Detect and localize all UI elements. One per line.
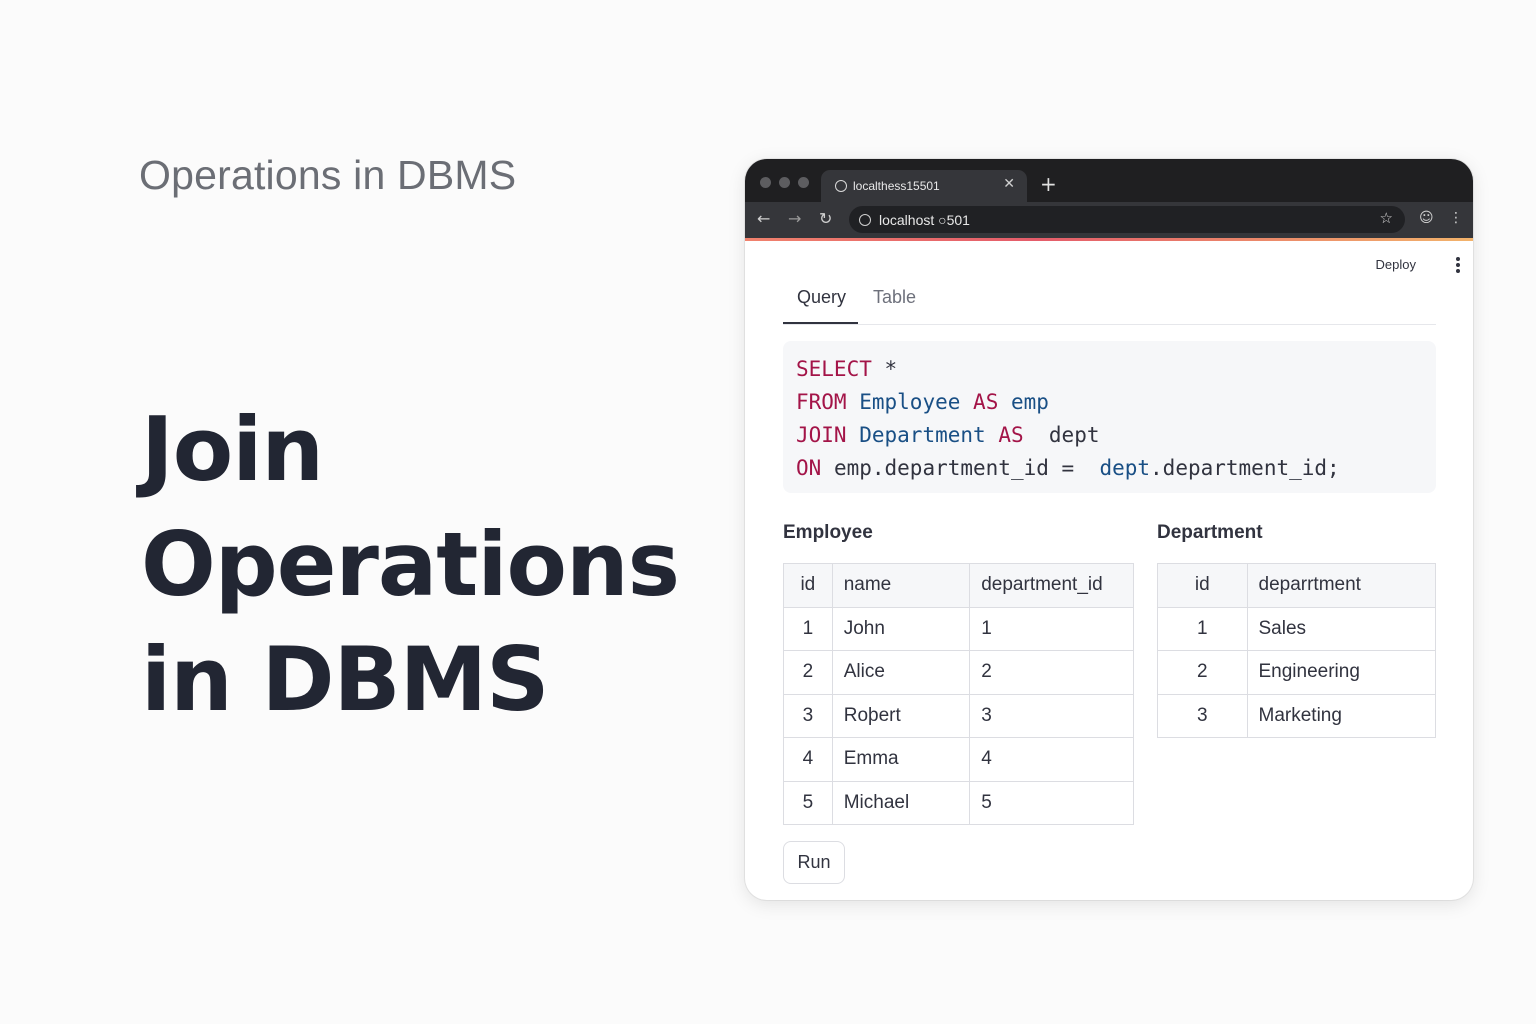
table-cell: 5 xyxy=(969,780,1134,825)
main-menu-icon[interactable] xyxy=(1451,255,1465,275)
sql-text: emp.department_id = xyxy=(821,456,1100,480)
table-cell: Engineering xyxy=(1246,650,1436,695)
table-cell: 2 xyxy=(969,650,1134,695)
employee-table: id name department_id 1 John 1 2 Alice 2 3 Roþert… xyxy=(783,563,1134,825)
table-row: 2 Engineering xyxy=(1157,650,1436,695)
table-row: 1 Sales xyxy=(1157,606,1436,651)
table-cell: 4 xyxy=(969,737,1134,782)
bookmark-star-icon[interactable]: ☆ xyxy=(1380,209,1393,227)
tab-query[interactable]: Query xyxy=(797,287,846,308)
table-cell: 3 xyxy=(969,693,1134,738)
reload-icon[interactable]: ↻ xyxy=(819,209,832,229)
back-icon[interactable]: ← xyxy=(757,209,770,229)
browser-titlebar: localthess15501 ✕ + xyxy=(745,159,1473,202)
sql-text: * xyxy=(871,357,898,381)
deploy-button[interactable]: Deploy xyxy=(1376,257,1416,272)
table-row: 4 Emma 4 xyxy=(783,737,1134,782)
forward-icon[interactable]: → xyxy=(788,209,801,229)
code-line: ON emp.department_id = dept.department_i… xyxy=(796,452,1436,485)
table-cell: Michael xyxy=(831,780,971,825)
sql-keyword: FROM xyxy=(796,390,847,414)
sql-keyword: AS xyxy=(973,390,999,414)
employee-table-title: Employee xyxy=(783,522,873,543)
browser-tab-title: localthess15501 xyxy=(853,179,940,193)
table-row: 5 Michael 5 xyxy=(783,780,1134,825)
column-header[interactable]: id xyxy=(1157,563,1248,608)
app-tabs: Query Table xyxy=(783,277,1436,325)
window-minimize-dot[interactable] xyxy=(779,177,790,188)
browser-tab[interactable]: localthess15501 ✕ xyxy=(821,170,1027,202)
table-cell: 3 xyxy=(783,693,833,738)
table-cell: 1 xyxy=(783,606,833,651)
table-cell: 4 xyxy=(783,737,833,782)
code-line: SELECT * xyxy=(796,353,1436,386)
sql-keyword: ON xyxy=(796,456,822,480)
loading-bar xyxy=(745,238,1473,241)
active-tab-indicator xyxy=(783,322,858,324)
page-subtitle: Operations in DBMS xyxy=(139,152,517,198)
table-row: 3 Marketing xyxy=(1157,693,1436,738)
window-close-dot[interactable] xyxy=(760,177,771,188)
table-cell: Emma xyxy=(831,737,971,782)
table-cell: Alice xyxy=(831,650,971,695)
table-row: 3 Roþert 3 xyxy=(783,693,1134,738)
window-maximize-dot[interactable] xyxy=(798,177,809,188)
table-cell: John xyxy=(831,606,971,651)
column-header[interactable]: deparrtment xyxy=(1246,563,1436,608)
column-header[interactable]: name xyxy=(831,563,971,608)
headline-line-1: Join xyxy=(141,398,324,501)
run-button[interactable]: Run xyxy=(783,841,845,884)
close-icon[interactable]: ✕ xyxy=(1003,176,1015,192)
department-table-title: Department xyxy=(1157,522,1263,543)
sql-text: .department_id; xyxy=(1150,456,1340,480)
new-tab-button[interactable]: + xyxy=(1040,172,1057,196)
sql-identifier: emp xyxy=(1011,390,1049,414)
column-header[interactable]: department_id xyxy=(969,563,1134,608)
table-cell: 3 xyxy=(1157,693,1248,738)
sql-identifier: dept xyxy=(1099,456,1151,480)
globe-icon xyxy=(835,180,847,192)
table-cell: 2 xyxy=(783,650,833,695)
table-row: 1 John 1 xyxy=(783,606,1134,651)
table-cell: 2 xyxy=(1157,650,1248,695)
browser-toolbar: ← → ↻ localhost ○501 ☆ ☺ ⋮ xyxy=(745,202,1473,238)
table-cell: 1 xyxy=(969,606,1134,651)
sql-identifier: Department xyxy=(859,423,986,447)
page-headline: Join Operations in DBMS xyxy=(141,392,680,737)
address-bar[interactable]: localhost ○501 ☆ xyxy=(849,206,1405,233)
code-line: JOIN Department AS dept xyxy=(796,419,1436,452)
tab-table[interactable]: Table xyxy=(873,287,916,308)
browser-window: localthess15501 ✕ + ← → ↻ localhost ○501… xyxy=(745,159,1473,900)
site-info-icon[interactable] xyxy=(859,213,871,226)
sql-keyword: SELECT xyxy=(796,357,872,381)
table-cell: 5 xyxy=(783,780,833,825)
table-cell: Sales xyxy=(1246,606,1436,651)
sql-keyword: AS xyxy=(998,423,1024,447)
headline-line-3: in DBMS xyxy=(141,628,550,731)
department-table: id deparrtment 1 Sales 2 Engineering 3 Marketi… xyxy=(1157,563,1436,738)
address-url: localhost ○501 xyxy=(879,211,970,228)
table-cell: Roþert xyxy=(831,693,971,738)
table-cell: Marketing xyxy=(1246,693,1436,738)
table-cell: 1 xyxy=(1157,606,1248,651)
table-row: 2 Alice 2 xyxy=(783,650,1134,695)
sql-text: dept xyxy=(1023,423,1100,447)
profile-icon[interactable]: ☺ xyxy=(1419,210,1434,226)
code-line: FROM Employee AS emp xyxy=(796,386,1436,419)
sql-identifier: Employee xyxy=(859,390,961,414)
headline-line-2: Operations xyxy=(141,513,680,616)
sql-query-code-block: SELECT * FROM Employee AS emp JOIN Departm… xyxy=(783,341,1436,493)
sql-keyword: JOIN xyxy=(796,423,847,447)
column-header[interactable]: id xyxy=(783,563,833,608)
browser-menu-icon[interactable]: ⋮ xyxy=(1449,210,1463,226)
